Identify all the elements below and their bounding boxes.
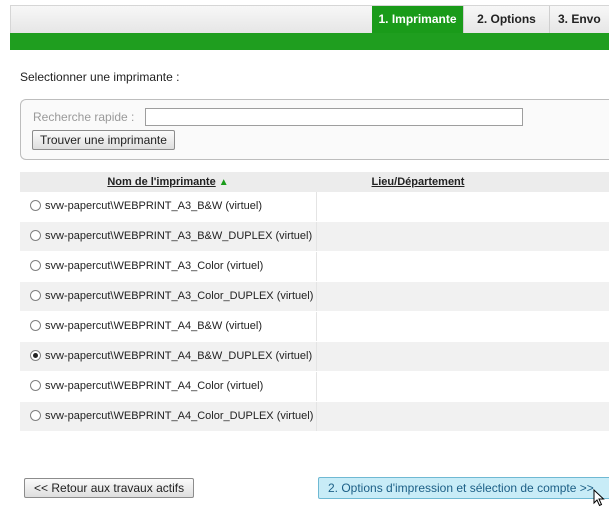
printer-radio-button[interactable] — [30, 230, 41, 242]
back-to-active-jobs-button[interactable]: << Retour aux travaux actifs — [24, 478, 195, 498]
table-row[interactable]: svw-papercut\WEBPRINT_A4_Color (virtuel) — [20, 371, 609, 402]
printer-radio-button[interactable] — [30, 200, 41, 212]
quick-search-panel: Recherche rapide : Trouver une imprimant… — [20, 99, 609, 160]
column-header-location[interactable]: Lieu/Département — [316, 172, 609, 192]
printer-name-cell[interactable]: svw-papercut\WEBPRINT_A3_B&W (virtuel) — [20, 192, 317, 222]
printer-name-cell[interactable]: svw-papercut\WEBPRINT_A3_Color_DUPLEX (v… — [20, 281, 317, 312]
webprint-page: 1. Imprimante 2. Options 3. Envo Selecti… — [0, 0, 609, 511]
printer-name-label: svw-papercut\WEBPRINT_A3_B&W (virtuel) — [45, 200, 262, 213]
column-header-printer-name-label: Nom de l'imprimante — [107, 176, 216, 188]
printer-name-cell[interactable]: svw-papercut\WEBPRINT_A4_Color (virtuel) — [20, 371, 317, 402]
printer-name-cell[interactable]: svw-papercut\WEBPRINT_A3_B&W_DUPLEX (vir… — [20, 221, 317, 252]
printer-location-cell — [316, 311, 609, 342]
table-row[interactable]: svw-papercut\WEBPRINT_A3_B&W_DUPLEX (vir… — [20, 221, 609, 252]
next-print-options-button[interactable]: 2. Options d'impression et sélection de … — [318, 477, 609, 499]
printer-radio-button[interactable] — [30, 410, 41, 422]
quick-search-label: Recherche rapide : — [33, 110, 135, 124]
printer-radio-button[interactable] — [30, 290, 41, 302]
printer-name-label: svw-papercut\WEBPRINT_A4_Color_DUPLEX (v… — [45, 410, 314, 423]
table-row[interactable]: svw-papercut\WEBPRINT_A3_Color_DUPLEX (v… — [20, 281, 609, 312]
printer-name-label: svw-papercut\WEBPRINT_A4_Color (virtuel) — [45, 380, 264, 393]
header-green-band — [10, 33, 609, 50]
column-header-printer-name[interactable]: Nom de l'imprimante ▲ — [20, 172, 316, 192]
printer-location-cell — [316, 281, 609, 312]
printer-name-cell[interactable]: svw-papercut\WEBPRINT_A3_Color (virtuel) — [20, 251, 317, 282]
printer-name-label: svw-papercut\WEBPRINT_A3_B&W_DUPLEX (vir… — [45, 230, 313, 243]
table-header-row: Nom de l'imprimante ▲ Lieu/Département — [20, 172, 609, 192]
printer-location-cell — [316, 192, 609, 222]
printer-table-body: svw-papercut\WEBPRINT_A3_B&W (virtuel) sv… — [20, 192, 609, 432]
printer-name-label: svw-papercut\WEBPRINT_A3_Color_DUPLEX (v… — [45, 290, 314, 303]
table-row[interactable]: svw-papercut\WEBPRINT_A3_Color (virtuel) — [20, 251, 609, 282]
printer-radio-button[interactable] — [30, 260, 41, 272]
printer-name-cell[interactable]: svw-papercut\WEBPRINT_A4_Color_DUPLEX (v… — [20, 401, 317, 432]
sort-ascending-icon: ▲ — [218, 177, 229, 188]
printer-radio-button[interactable] — [30, 320, 41, 332]
printer-radio-button[interactable] — [30, 350, 41, 362]
printer-name-cell[interactable]: svw-papercut\WEBPRINT_A4_B&W (virtuel) — [20, 311, 317, 342]
printer-name-label: svw-papercut\WEBPRINT_A4_B&W (virtuel) — [45, 320, 262, 333]
printer-name-label: svw-papercut\WEBPRINT_A3_Color (virtuel) — [45, 260, 264, 273]
printer-name-cell[interactable]: svw-papercut\WEBPRINT_A4_B&W_DUPLEX (vir… — [20, 341, 317, 372]
step-options[interactable]: 2. Options — [464, 6, 549, 33]
printer-location-cell — [316, 371, 609, 402]
table-row[interactable]: svw-papercut\WEBPRINT_A4_B&W (virtuel) — [20, 311, 609, 342]
mouse-pointer-icon — [593, 489, 605, 507]
wizard-steps-bar: 1. Imprimante 2. Options 3. Envo — [10, 5, 609, 33]
step-send[interactable]: 3. Envo — [550, 6, 609, 33]
select-printer-label: Selectionner une imprimante : — [20, 70, 180, 84]
printer-radio-button[interactable] — [30, 380, 41, 392]
printer-location-cell — [316, 341, 609, 372]
table-row[interactable]: svw-papercut\WEBPRINT_A3_B&W (virtuel) — [20, 192, 609, 222]
table-row[interactable]: svw-papercut\WEBPRINT_A4_Color_DUPLEX (v… — [20, 401, 609, 432]
printer-name-label: svw-papercut\WEBPRINT_A4_B&W_DUPLEX (vir… — [45, 350, 313, 363]
table-row[interactable]: svw-papercut\WEBPRINT_A4_B&W_DUPLEX (vir… — [20, 341, 609, 372]
printer-location-cell — [316, 401, 609, 432]
printer-location-cell — [316, 221, 609, 252]
quick-search-input[interactable] — [145, 108, 523, 126]
step-printer[interactable]: 1. Imprimante — [372, 6, 463, 33]
printer-location-cell — [316, 251, 609, 282]
find-printer-button[interactable]: Trouver une imprimante — [32, 130, 175, 150]
printer-table: Nom de l'imprimante ▲ Lieu/Département sv… — [20, 172, 609, 432]
